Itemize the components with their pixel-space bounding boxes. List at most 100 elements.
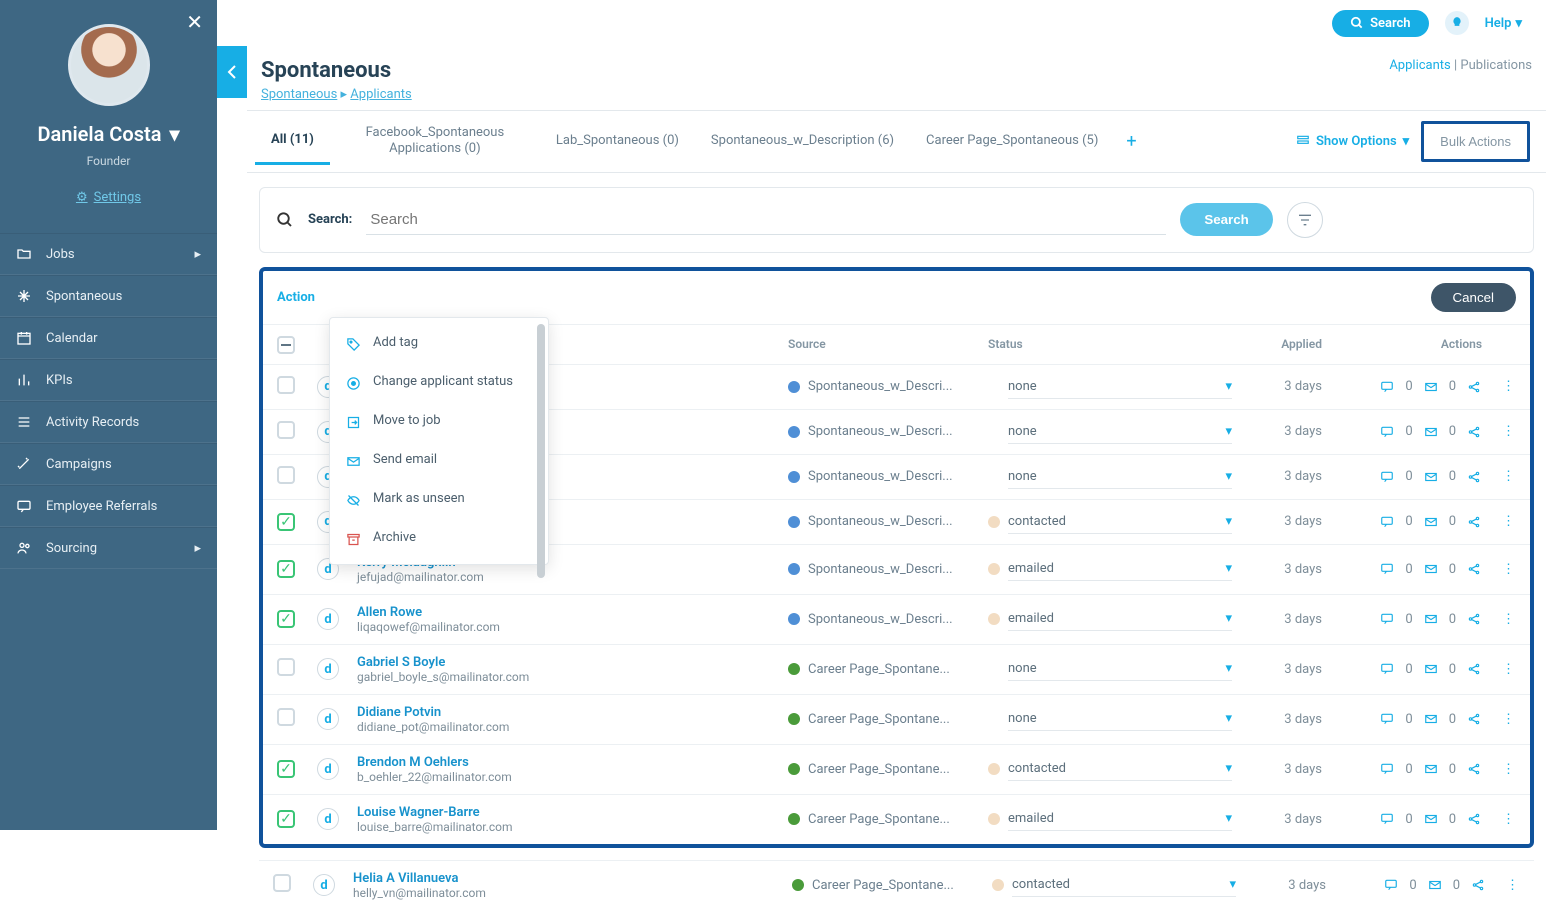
status-select[interactable]: none▾ xyxy=(1008,707,1232,731)
comment-icon[interactable] xyxy=(1379,380,1395,394)
mail-icon[interactable] xyxy=(1423,562,1439,576)
share-icon[interactable] xyxy=(1466,425,1482,439)
header-link-applicants[interactable]: Applicants xyxy=(1389,58,1450,73)
status-select[interactable]: emailed▾ xyxy=(1008,607,1232,631)
share-icon[interactable] xyxy=(1466,612,1482,626)
share-icon[interactable] xyxy=(1466,712,1482,726)
info-button[interactable] xyxy=(1445,11,1469,35)
header-link-publications[interactable]: Publications xyxy=(1460,58,1532,73)
applicant-name[interactable]: Gabriel S Boyle xyxy=(357,655,772,670)
mail-icon[interactable] xyxy=(1427,878,1443,892)
row-menu-button[interactable]: ⋮ xyxy=(1498,514,1519,529)
row-menu-button[interactable]: ⋮ xyxy=(1498,424,1519,439)
dropdown-item-move-to-job[interactable]: Move to job xyxy=(330,402,548,441)
comment-icon[interactable] xyxy=(1379,662,1395,676)
filter-button[interactable] xyxy=(1287,202,1323,238)
sidebar-item-campaigns[interactable]: Campaigns xyxy=(0,443,217,485)
row-checkbox[interactable]: ✓ xyxy=(277,610,295,628)
dropdown-item-archive[interactable]: Archive xyxy=(330,519,548,558)
sidebar-item-activity-records[interactable]: Activity Records xyxy=(0,401,217,443)
help-link[interactable]: Help ▾ xyxy=(1485,16,1522,31)
tab[interactable]: Career Page_Spontaneous (5) xyxy=(910,119,1114,163)
sidebar-item-sourcing[interactable]: Sourcing▸ xyxy=(0,527,217,569)
comment-icon[interactable] xyxy=(1379,762,1395,776)
share-icon[interactable] xyxy=(1466,562,1482,576)
status-select[interactable]: none▾ xyxy=(1008,657,1232,681)
applicant-name[interactable]: Helia A Villanueva xyxy=(353,871,776,886)
mail-icon[interactable] xyxy=(1423,515,1439,529)
row-checkbox[interactable] xyxy=(277,376,295,394)
sidebar-item-calendar[interactable]: Calendar xyxy=(0,317,217,359)
row-menu-button[interactable]: ⋮ xyxy=(1498,812,1519,827)
tab[interactable]: Lab_Spontaneous (0) xyxy=(540,119,695,163)
row-menu-button[interactable]: ⋮ xyxy=(1498,562,1519,577)
comment-icon[interactable] xyxy=(1379,515,1395,529)
row-menu-button[interactable]: ⋮ xyxy=(1498,469,1519,484)
global-search-button[interactable]: Search xyxy=(1332,10,1429,37)
search-button[interactable]: Search xyxy=(1180,203,1272,236)
settings-link[interactable]: ⚙ Settings xyxy=(0,190,217,205)
sidebar-close-button[interactable]: ✕ xyxy=(186,10,203,34)
tab[interactable]: Spontaneous_w_Description (6) xyxy=(695,119,910,163)
share-icon[interactable] xyxy=(1466,762,1482,776)
row-checkbox[interactable] xyxy=(277,421,295,439)
share-icon[interactable] xyxy=(1466,812,1482,826)
dropdown-scrollbar[interactable] xyxy=(537,324,545,578)
applicant-name[interactable]: Allen Rowe xyxy=(357,605,772,620)
share-icon[interactable] xyxy=(1466,380,1482,394)
breadcrumb-applicants[interactable]: Applicants xyxy=(350,87,411,102)
mail-icon[interactable] xyxy=(1423,662,1439,676)
dropdown-item-mark-as-unseen[interactable]: Mark as unseen xyxy=(330,480,548,519)
sidebar-item-employee-referrals[interactable]: Employee Referrals xyxy=(0,485,217,527)
row-checkbox[interactable] xyxy=(277,466,295,484)
comment-icon[interactable] xyxy=(1379,812,1395,826)
mail-icon[interactable] xyxy=(1423,380,1439,394)
mail-icon[interactable] xyxy=(1423,812,1439,826)
status-select[interactable]: none▾ xyxy=(1008,375,1232,399)
applicant-name[interactable]: Brendon M Oehlers xyxy=(357,755,772,770)
share-icon[interactable] xyxy=(1466,662,1482,676)
row-menu-button[interactable]: ⋮ xyxy=(1498,612,1519,627)
share-icon[interactable] xyxy=(1466,515,1482,529)
comment-icon[interactable] xyxy=(1379,425,1395,439)
applicant-name[interactable]: Didiane Potvin xyxy=(357,705,772,720)
comment-icon[interactable] xyxy=(1379,470,1395,484)
dropdown-item-change-applicant-status[interactable]: Change applicant status xyxy=(330,363,548,402)
tab[interactable]: Facebook_Spontaneous Applications (0) xyxy=(330,111,540,172)
row-menu-button[interactable]: ⋮ xyxy=(1502,878,1523,893)
action-dropdown-trigger[interactable]: Action xyxy=(277,290,315,305)
applicant-name[interactable]: Louise Wagner-Barre xyxy=(357,805,772,820)
status-select[interactable]: contacted▾ xyxy=(1008,757,1232,781)
select-all-checkbox[interactable] xyxy=(277,336,295,354)
user-name-dropdown[interactable]: Daniela Costa ▾ xyxy=(0,122,217,146)
share-icon[interactable] xyxy=(1470,878,1486,892)
mail-icon[interactable] xyxy=(1423,762,1439,776)
dropdown-item-send-email[interactable]: Send email xyxy=(330,441,548,480)
sidebar-item-jobs[interactable]: Jobs▸ xyxy=(0,233,217,275)
comment-icon[interactable] xyxy=(1379,562,1395,576)
share-icon[interactable] xyxy=(1466,470,1482,484)
row-checkbox[interactable] xyxy=(273,874,291,892)
row-menu-button[interactable]: ⋮ xyxy=(1498,762,1519,777)
back-button[interactable] xyxy=(217,46,247,98)
mail-icon[interactable] xyxy=(1423,470,1439,484)
row-menu-button[interactable]: ⋮ xyxy=(1498,662,1519,677)
comment-icon[interactable] xyxy=(1379,712,1395,726)
row-menu-button[interactable]: ⋮ xyxy=(1498,379,1519,394)
row-checkbox[interactable]: ✓ xyxy=(277,810,295,828)
sidebar-item-spontaneous[interactable]: Spontaneous xyxy=(0,275,217,317)
mail-icon[interactable] xyxy=(1423,425,1439,439)
status-select[interactable]: none▾ xyxy=(1008,465,1232,489)
status-select[interactable]: contacted▾ xyxy=(1008,510,1232,534)
row-checkbox[interactable] xyxy=(277,658,295,676)
add-tab-button[interactable]: + xyxy=(1114,131,1148,152)
tab[interactable]: All (11) xyxy=(255,118,330,165)
sidebar-item-kpis[interactable]: KPIs xyxy=(0,359,217,401)
status-select[interactable]: none▾ xyxy=(1008,420,1232,444)
row-checkbox[interactable]: ✓ xyxy=(277,560,295,578)
dropdown-item-add-tag[interactable]: Add tag xyxy=(330,324,548,363)
mail-icon[interactable] xyxy=(1423,612,1439,626)
row-checkbox[interactable] xyxy=(277,708,295,726)
row-checkbox[interactable]: ✓ xyxy=(277,760,295,778)
show-options-toggle[interactable]: Show Options ▾ xyxy=(1296,134,1409,149)
